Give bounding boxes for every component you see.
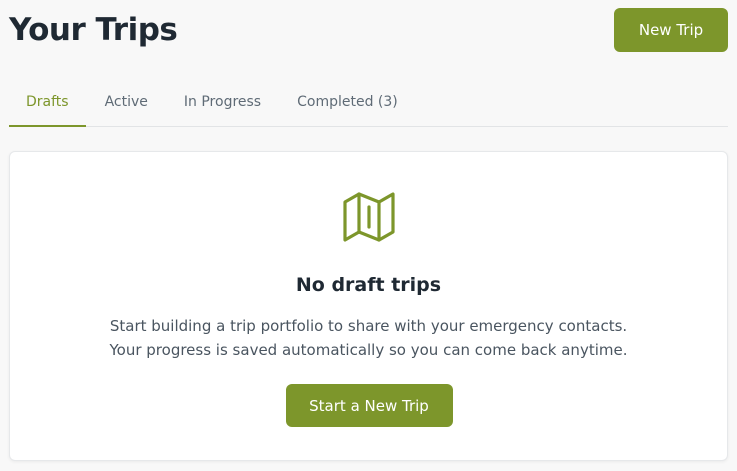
page-header: Your Trips New Trip <box>9 8 728 52</box>
empty-state-description: Start building a trip portfolio to share… <box>10 314 727 362</box>
tab-drafts[interactable]: Drafts <box>9 84 86 127</box>
tab-active[interactable]: Active <box>88 84 165 126</box>
tab-completed[interactable]: Completed (3) <box>280 84 415 126</box>
empty-state-card: No draft trips Start building a trip por… <box>9 151 728 461</box>
start-new-trip-button[interactable]: Start a New Trip <box>285 384 453 427</box>
tab-in-progress[interactable]: In Progress <box>167 84 278 126</box>
empty-state-description-line: Your progress is saved automatically so … <box>109 341 628 359</box>
page-title: Your Trips <box>9 12 178 48</box>
empty-state-description-line: Start building a trip portfolio to share… <box>109 317 628 335</box>
trip-tabs: Drafts Active In Progress Completed (3) <box>9 84 728 127</box>
new-trip-button[interactable]: New Trip <box>614 8 728 52</box>
trips-page: Your Trips New Trip Drafts Active In Pro… <box>0 0 737 471</box>
empty-state-title: No draft trips <box>295 274 442 296</box>
map-icon <box>342 192 395 242</box>
